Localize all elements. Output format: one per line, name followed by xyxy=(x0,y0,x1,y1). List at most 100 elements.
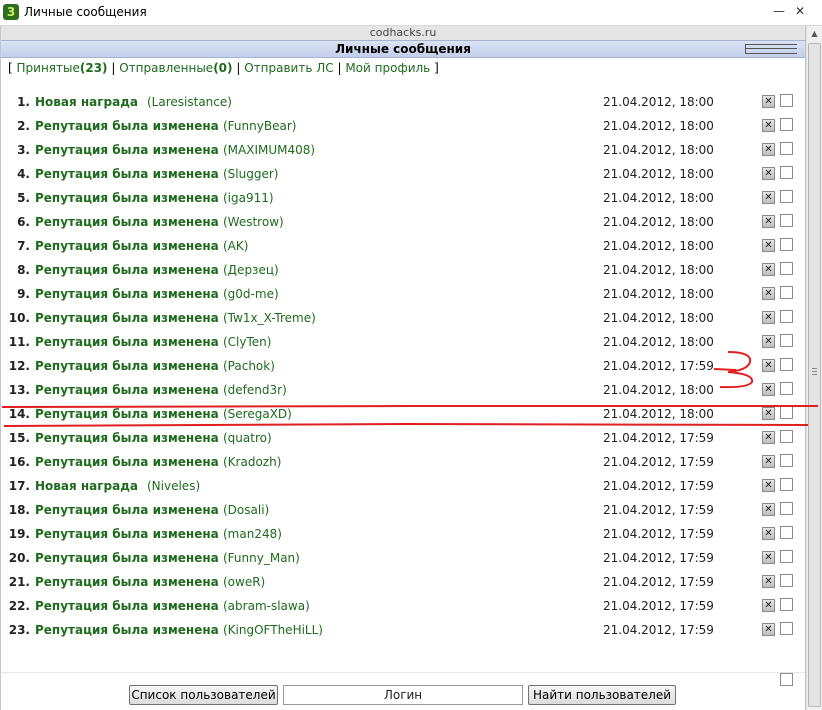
delete-icon[interactable]: ✕ xyxy=(762,239,775,252)
message-checkbox[interactable] xyxy=(780,94,793,107)
message-checkbox[interactable] xyxy=(780,142,793,155)
message-subject-link[interactable]: Репутация была изменена xyxy=(35,335,219,349)
find-users-button[interactable]: Найти пользователей xyxy=(528,685,676,705)
message-sender-link[interactable]: (Pachok) xyxy=(223,359,275,373)
delete-icon[interactable]: ✕ xyxy=(762,551,775,564)
message-checkbox[interactable] xyxy=(780,430,793,443)
message-sender-link[interactable]: (abram-slawa) xyxy=(223,599,310,613)
message-sender-link[interactable]: (oweR) xyxy=(223,575,265,589)
message-sender-link[interactable]: (FunnyBear) xyxy=(223,119,296,133)
message-subject-link[interactable]: Репутация была изменена xyxy=(35,311,219,325)
delete-icon[interactable]: ✕ xyxy=(762,287,775,300)
scrollbar-thumb[interactable] xyxy=(808,43,821,707)
delete-icon[interactable]: ✕ xyxy=(762,119,775,132)
message-subject-link[interactable]: Репутация была изменена xyxy=(35,431,219,445)
minimize-icon[interactable]: — xyxy=(772,4,786,18)
delete-icon[interactable]: ✕ xyxy=(762,599,775,612)
collapse-icon[interactable] xyxy=(745,44,797,54)
delete-icon[interactable]: ✕ xyxy=(762,479,775,492)
message-checkbox[interactable] xyxy=(780,262,793,275)
message-checkbox[interactable] xyxy=(780,502,793,515)
message-subject-link[interactable]: Репутация была изменена xyxy=(35,191,219,205)
nav-send-pm-link[interactable]: Отправить ЛС xyxy=(244,61,333,75)
message-sender-link[interactable]: (Laresistance) xyxy=(147,95,232,109)
vertical-scrollbar[interactable]: ▲ xyxy=(806,26,822,710)
message-sender-link[interactable]: (Funny_Man) xyxy=(223,551,300,565)
delete-icon[interactable]: ✕ xyxy=(762,95,775,108)
message-checkbox[interactable] xyxy=(780,214,793,227)
delete-icon[interactable]: ✕ xyxy=(762,575,775,588)
message-sender-link[interactable]: (defend3r) xyxy=(223,383,287,397)
message-checkbox[interactable] xyxy=(780,310,793,323)
scroll-up-icon[interactable]: ▲ xyxy=(807,26,822,42)
message-sender-link[interactable]: (SeregaXD) xyxy=(223,407,292,421)
message-subject-link[interactable]: Репутация была изменена xyxy=(35,455,219,469)
message-sender-link[interactable]: (Niveles) xyxy=(147,479,200,493)
message-sender-link[interactable]: (Tw1x_X-Treme) xyxy=(223,311,316,325)
message-sender-link[interactable]: (Slugger) xyxy=(223,167,278,181)
message-checkbox[interactable] xyxy=(780,118,793,131)
message-subject-link[interactable]: Репутация была изменена xyxy=(35,119,219,133)
message-sender-link[interactable]: (Dosali) xyxy=(223,503,269,517)
delete-icon[interactable]: ✕ xyxy=(762,455,775,468)
message-checkbox[interactable] xyxy=(780,334,793,347)
message-sender-link[interactable]: (iga911) xyxy=(223,191,274,205)
message-subject-link[interactable]: Новая награда xyxy=(35,479,138,493)
delete-icon[interactable]: ✕ xyxy=(762,527,775,540)
message-checkbox[interactable] xyxy=(780,286,793,299)
message-subject-link[interactable]: Репутация была изменена xyxy=(35,407,219,421)
message-sender-link[interactable]: (KingOFTheHiLL) xyxy=(223,623,323,637)
message-subject-link[interactable]: Репутация была изменена xyxy=(35,551,219,565)
message-checkbox[interactable] xyxy=(780,454,793,467)
message-sender-link[interactable]: (quatro) xyxy=(223,431,272,445)
user-list-button[interactable]: Список пользователей xyxy=(129,685,278,705)
message-sender-link[interactable]: (ClyTen) xyxy=(223,335,271,349)
message-subject-link[interactable]: Репутация была изменена xyxy=(35,575,219,589)
message-sender-link[interactable]: (Дерзец) xyxy=(223,263,279,277)
select-all-checkbox[interactable] xyxy=(780,673,793,686)
message-subject-link[interactable]: Репутация была изменена xyxy=(35,167,219,181)
message-subject-link[interactable]: Репутация была изменена xyxy=(35,287,219,301)
message-subject-link[interactable]: Репутация была изменена xyxy=(35,239,219,253)
delete-icon[interactable]: ✕ xyxy=(762,383,775,396)
delete-icon[interactable]: ✕ xyxy=(762,311,775,324)
message-subject-link[interactable]: Новая награда xyxy=(35,95,138,109)
nav-my-profile-link[interactable]: Мой профиль xyxy=(345,61,430,75)
message-checkbox[interactable] xyxy=(780,190,793,203)
delete-icon[interactable]: ✕ xyxy=(762,167,775,180)
message-subject-link[interactable]: Репутация была изменена xyxy=(35,263,219,277)
message-sender-link[interactable]: (MAXIMUM408) xyxy=(223,143,315,157)
message-checkbox[interactable] xyxy=(780,238,793,251)
message-subject-link[interactable]: Репутация была изменена xyxy=(35,599,219,613)
message-checkbox[interactable] xyxy=(780,550,793,563)
delete-icon[interactable]: ✕ xyxy=(762,431,775,444)
delete-icon[interactable]: ✕ xyxy=(762,623,775,636)
message-checkbox[interactable] xyxy=(780,358,793,371)
message-sender-link[interactable]: (Westrow) xyxy=(223,215,284,229)
delete-icon[interactable]: ✕ xyxy=(762,503,775,516)
message-sender-link[interactable]: (Kradozh) xyxy=(223,455,281,469)
delete-icon[interactable]: ✕ xyxy=(762,143,775,156)
message-checkbox[interactable] xyxy=(780,406,793,419)
message-sender-link[interactable]: (man248) xyxy=(223,527,282,541)
message-checkbox[interactable] xyxy=(780,598,793,611)
delete-icon[interactable]: ✕ xyxy=(762,335,775,348)
message-subject-link[interactable]: Репутация была изменена xyxy=(35,503,219,517)
login-input[interactable]: Логин xyxy=(283,685,523,705)
close-icon[interactable]: ✕ xyxy=(793,4,807,18)
delete-icon[interactable]: ✕ xyxy=(762,215,775,228)
message-checkbox[interactable] xyxy=(780,382,793,395)
message-subject-link[interactable]: Репутация была изменена xyxy=(35,359,219,373)
message-checkbox[interactable] xyxy=(780,622,793,635)
delete-icon[interactable]: ✕ xyxy=(762,359,775,372)
message-subject-link[interactable]: Репутация была изменена xyxy=(35,143,219,157)
message-checkbox[interactable] xyxy=(780,166,793,179)
delete-icon[interactable]: ✕ xyxy=(762,263,775,276)
nav-sent-link[interactable]: Отправленные(0) xyxy=(119,61,232,75)
message-subject-link[interactable]: Репутация была изменена xyxy=(35,527,219,541)
delete-icon[interactable]: ✕ xyxy=(762,407,775,420)
message-sender-link[interactable]: (AK) xyxy=(223,239,248,253)
message-sender-link[interactable]: (g0d-me) xyxy=(223,287,279,301)
nav-received-link[interactable]: Принятые(23) xyxy=(17,61,108,75)
message-checkbox[interactable] xyxy=(780,574,793,587)
